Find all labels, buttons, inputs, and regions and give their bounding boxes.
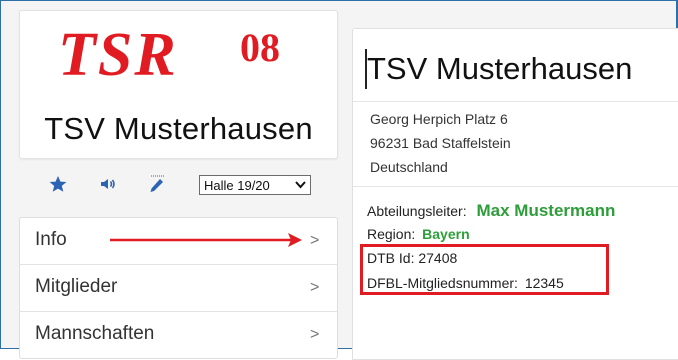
address-country: Deutschland (370, 159, 448, 175)
department-head-label: Abteilungsleiter: (367, 203, 467, 219)
department-head-name[interactable]: Max Mustermann (477, 201, 616, 220)
region-value: Bayern (422, 226, 470, 242)
svg-text:TSR: TSR (58, 21, 178, 87)
menu-item-mannschaften[interactable]: Mannschaften > (20, 312, 337, 358)
club-logo-image: TSR 08 (58, 21, 280, 89)
chevron-down-icon (294, 178, 307, 191)
department-head-row: Abteilungsleiter: Max Mustermann (367, 201, 615, 221)
club-logo: TSR 08 (50, 17, 310, 89)
region-label: Region: (367, 226, 416, 242)
club-details-panel: TSV Musterhausen Georg Herpich Platz 6 9… (352, 28, 678, 360)
menu-item-mitglieder[interactable]: Mitglieder > (20, 265, 337, 312)
club-card: TSR 08 TSV Musterhausen (19, 10, 338, 159)
season-select[interactable]: Halle 19/20 (199, 175, 311, 195)
chevron-right-icon: > (310, 232, 320, 249)
chevron-right-icon: > (310, 326, 320, 343)
season-select-value: Halle 19/20 (204, 178, 270, 193)
divider (353, 101, 678, 102)
address-city: 96231 Bad Staffelstein (370, 135, 511, 151)
menu-item-label: Mitglieder (35, 276, 118, 297)
club-name: TSV Musterhausen (44, 111, 313, 146)
pencil-icon[interactable] (147, 174, 167, 194)
address-street: Georg Herpich Platz 6 (370, 111, 508, 127)
svg-text:08: 08 (240, 25, 280, 70)
star-icon[interactable] (48, 174, 68, 194)
detail-title: TSV Musterhausen (367, 51, 633, 86)
region-row: Region: Bayern (367, 226, 470, 242)
highlight-box (360, 244, 609, 295)
speaker-icon[interactable] (98, 174, 118, 194)
divider (353, 186, 678, 187)
annotation-arrow-icon (110, 233, 302, 247)
menu-item-label: Mannschaften (35, 323, 155, 344)
club-toolbar: Halle 19/20 (19, 168, 336, 202)
menu-item-label: Info (35, 229, 67, 250)
chevron-right-icon: > (310, 279, 320, 296)
